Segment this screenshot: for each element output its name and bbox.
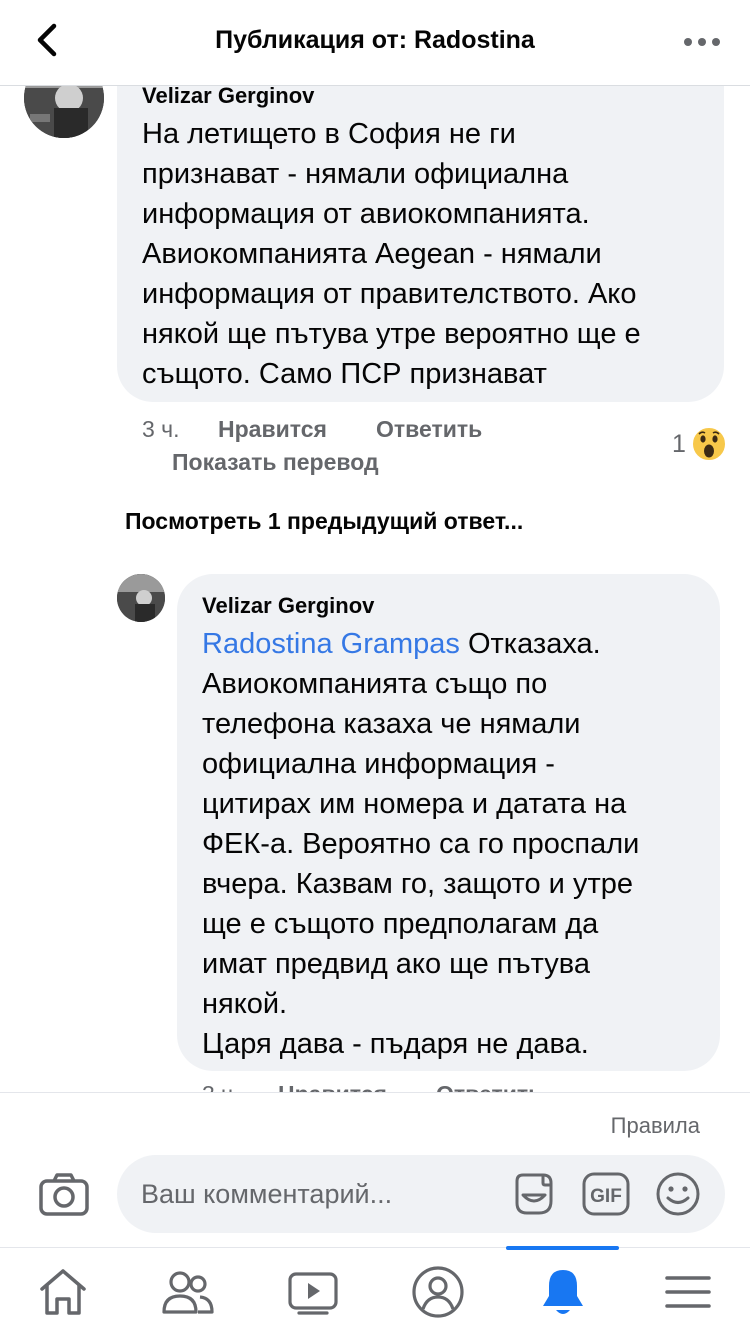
view-previous-replies-link[interactable]: Посмотреть 1 предыдущий ответ... — [125, 508, 523, 535]
comment-line: информация от авиокомпанията. — [142, 198, 590, 230]
reaction-count[interactable]: 1 — [672, 430, 686, 459]
reply-reply-button[interactable]: Ответить — [436, 1081, 542, 1092]
rules-link[interactable]: Правила — [611, 1113, 700, 1139]
comment-line: На летището в София не ги — [142, 118, 516, 150]
reply-first-line: Radostina Grampas Отказаха. — [202, 624, 601, 664]
reply-line: цитирах им номера и датата на — [202, 788, 627, 820]
top-bar: Публикация от: Radostina — [0, 0, 750, 86]
menu-icon — [664, 1275, 711, 1308]
tab-notifications[interactable] — [500, 1248, 625, 1334]
comment-author[interactable]: Velizar Gerginov — [142, 86, 314, 109]
reply-time: 3 ч. — [202, 1081, 240, 1092]
friends-icon — [161, 1270, 214, 1314]
reply-line: ФЕК-а. Вероятно са го проспали — [202, 828, 640, 860]
avatar[interactable] — [117, 574, 165, 622]
comment-line: някой ще пътува утре вероятно ще е — [142, 318, 641, 350]
bottom-tab-bar — [0, 1246, 750, 1334]
home-icon — [39, 1268, 86, 1315]
comment-input-container[interactable]: GIF — [117, 1155, 725, 1233]
comments-feed[interactable]: Velizar Gerginov На летището в София не … — [0, 86, 750, 1092]
camera-icon[interactable] — [38, 1171, 90, 1217]
comment-input[interactable] — [141, 1155, 481, 1233]
reply-line: някой. — [202, 988, 288, 1020]
reply-author[interactable]: Velizar Gerginov — [202, 593, 374, 619]
page-title: Публикация от: Radostina — [215, 26, 535, 54]
emoji-icon[interactable] — [653, 1169, 703, 1219]
like-button[interactable]: Нравится — [218, 416, 327, 443]
reply-line: вчера. Казвам го, защото и утре — [202, 868, 633, 900]
more-options-icon[interactable] — [682, 24, 722, 60]
reply-line: телефона казаха че нямали — [202, 708, 581, 740]
video-icon — [287, 1271, 338, 1315]
comment-line: признават - нямали официална — [142, 158, 569, 190]
reply-line: ще е същото предполагам да — [202, 908, 599, 940]
tab-friends[interactable] — [125, 1248, 250, 1334]
comment-line: Авиокомпанията Aegean - нямали — [142, 238, 602, 270]
avatar-sticker-icon[interactable] — [509, 1169, 559, 1219]
wow-reaction-icon[interactable] — [691, 426, 727, 467]
show-translation-link[interactable]: Показать перевод — [172, 449, 379, 476]
comment-composer: Правила GIF — [0, 1092, 750, 1247]
tab-menu[interactable] — [625, 1248, 750, 1334]
reply-line: Царя дава - пъдаря не дава. — [202, 1028, 589, 1060]
reply-line: имат предвид ако ще пътува — [202, 948, 590, 980]
comment-line: информация от правителството. Ако — [142, 278, 637, 310]
reply-button[interactable]: Ответить — [376, 416, 482, 443]
avatar[interactable] — [24, 86, 104, 138]
gif-icon[interactable]: GIF — [581, 1169, 631, 1219]
reply-line-rest: Отказаха. — [459, 628, 601, 660]
comment-line: същото. Само ПСР признават — [142, 358, 547, 390]
bell-icon — [542, 1269, 583, 1314]
mention-link[interactable]: Radostina Grampas — [202, 628, 460, 660]
reply-line: официална информация - — [202, 748, 555, 780]
tab-home[interactable] — [0, 1248, 125, 1334]
comment-time: 3 ч. — [142, 416, 180, 442]
profile-icon — [411, 1265, 464, 1318]
svg-text:GIF: GIF — [590, 1186, 622, 1207]
tab-profile[interactable] — [375, 1248, 500, 1334]
reply-like-button[interactable]: Нравится — [278, 1081, 387, 1092]
tab-watch[interactable] — [250, 1248, 375, 1334]
reply-line: Авиокомпанията също по — [202, 668, 548, 700]
